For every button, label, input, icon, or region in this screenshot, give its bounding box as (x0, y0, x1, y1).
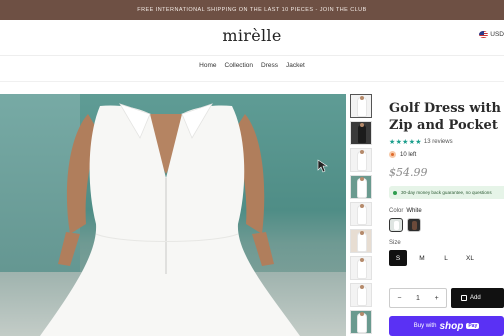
us-flag-icon (479, 31, 489, 38)
thumbnail-3[interactable] (350, 148, 372, 172)
swatch-black[interactable] (407, 218, 421, 232)
announcement-text: FREE INTERNATIONAL SHIPPING ON THE LAST … (137, 7, 367, 13)
nav-home[interactable]: Home (199, 58, 216, 74)
shoppay-brand: shop (439, 320, 464, 332)
shop-pay-button[interactable]: Buy with shop Pay (389, 316, 504, 336)
color-swatches (389, 218, 504, 232)
mouse-cursor-icon (317, 159, 328, 173)
quantity-stepper: − 1 + (389, 288, 447, 308)
size-options: S M L XL (389, 250, 504, 266)
checkmark-dot-icon (393, 190, 397, 195)
thumbnail-4[interactable] (350, 175, 372, 199)
swatch-white[interactable] (389, 218, 403, 232)
color-label: Color (389, 208, 404, 214)
guarantee-text: 30-day money back guarantee, no question… (401, 190, 492, 195)
size-l[interactable]: L (437, 250, 455, 266)
shoppay-pay: Pay (466, 323, 480, 329)
product-main-image[interactable] (0, 94, 346, 336)
site-header: mirèlle USD (0, 20, 504, 56)
bag-icon (461, 295, 467, 301)
nav-collection[interactable]: Collection (225, 58, 254, 74)
product-info: Golf Dress with Zip and Pocket ★★★★★ 13 … (389, 100, 504, 266)
fire-icon (389, 151, 396, 158)
add-to-cart-button[interactable]: Add (451, 288, 504, 308)
shoppay-prefix: Buy with (413, 323, 437, 329)
thumbnail-1[interactable] (350, 94, 372, 118)
nav-dress[interactable]: Dress (261, 58, 278, 74)
thumbnail-9[interactable] (350, 310, 372, 334)
qty-value[interactable]: 1 (416, 295, 420, 302)
currency-label: USD (490, 31, 504, 38)
brand-logo[interactable]: mirèlle (0, 26, 504, 45)
color-value: White (406, 208, 422, 214)
add-label: Add (470, 295, 481, 301)
thumbnail-7[interactable] (350, 256, 372, 280)
color-label-row: Color White (389, 208, 504, 214)
size-label: Size (389, 240, 401, 246)
product-title: Golf Dress with Zip and Pocket (389, 101, 501, 133)
thumbnail-2[interactable] (350, 121, 372, 145)
thumbnail-6[interactable] (350, 229, 372, 253)
size-m[interactable]: M (413, 250, 431, 266)
qty-plus-button[interactable]: + (435, 295, 439, 302)
stock-indicator: 10 left (389, 151, 504, 158)
thumbnail-gallery (350, 94, 372, 336)
main-nav: Home Collection Dress Jacket (0, 58, 504, 74)
announcement-bar: FREE INTERNATIONAL SHIPPING ON THE LAST … (0, 0, 504, 20)
thumbnail-8[interactable] (350, 283, 372, 307)
qty-minus-button[interactable]: − (397, 295, 401, 302)
size-s[interactable]: S (389, 250, 407, 266)
product-price: $54.99 (389, 166, 428, 179)
guarantee-badge: 30-day money back guarantee, no question… (389, 186, 504, 199)
nav-jacket[interactable]: Jacket (286, 58, 305, 74)
divider (0, 81, 504, 82)
star-icon: ★★★★★ (389, 139, 422, 146)
thumbnail-5[interactable] (350, 202, 372, 226)
size-xl[interactable]: XL (461, 250, 479, 266)
stock-text: 10 left (400, 151, 417, 158)
review-count: 13 reviews (423, 139, 453, 145)
currency-selector[interactable]: USD (479, 31, 504, 38)
rating-row[interactable]: ★★★★★ 13 reviews (389, 138, 504, 146)
